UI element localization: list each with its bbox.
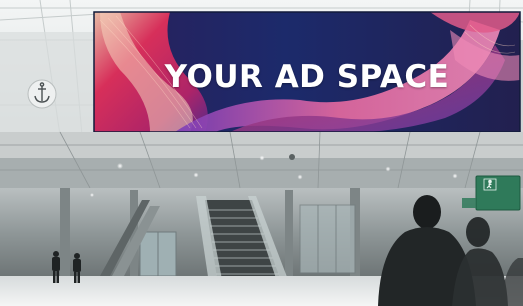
scene-graphics bbox=[0, 0, 523, 306]
exit-sign bbox=[475, 175, 521, 211]
photo-scene: YOUR AD SPACE bbox=[0, 0, 523, 306]
billboard-headline: YOUR AD SPACE bbox=[164, 59, 450, 95]
glass-storefront bbox=[299, 204, 356, 274]
canopy-ceiling bbox=[0, 158, 523, 188]
security-camera bbox=[289, 154, 295, 160]
small-exit-sign bbox=[462, 198, 476, 208]
